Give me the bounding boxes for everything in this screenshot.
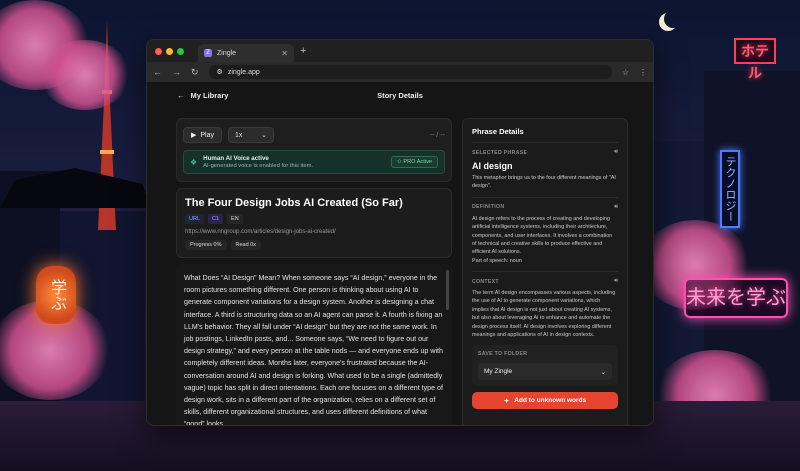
divider [472, 142, 618, 143]
more-menu-icon[interactable]: ⋮ [639, 68, 647, 77]
site-info-icon[interactable]: ⚙ [217, 68, 223, 76]
article-card: The Four Design Jobs AI Created (So Far)… [176, 188, 452, 258]
divider [472, 196, 618, 198]
speaker-icon[interactable]: 🔊︎ [614, 149, 618, 156]
tab-bar: Z Zingle ✕ + [147, 40, 653, 62]
folder-select[interactable]: My Zingle ⌄ [478, 363, 612, 381]
voice-status-banner: ❖ Human AI Voice active AI-generated voi… [183, 150, 445, 174]
read-count-stat: Read 0x [230, 240, 261, 250]
moon [664, 10, 682, 28]
pro-active-badge: ✩ PRO Active [391, 156, 438, 168]
definition-text: AI design refers to the process of creat… [472, 215, 613, 256]
article-title: The Four Design Jobs AI Created (So Far) [185, 197, 403, 209]
speaker-icon[interactable]: 🔊︎ [614, 278, 618, 285]
chevron-down-icon: ⌄ [261, 132, 268, 139]
neon-sign-technology: テクノロジー [720, 150, 740, 228]
back-arrow-icon[interactable]: ← [153, 67, 162, 77]
chevron-down-icon: ⌄ [600, 368, 606, 376]
back-arrow-icon: ← [177, 90, 185, 100]
voice-title: Human AI Voice active [203, 155, 269, 162]
progress-stat: Progress 0% [185, 240, 227, 250]
zingle-favicon-icon: Z [204, 49, 212, 57]
article-link[interactable]: https://www.nngroup.com/articles/design-… [185, 229, 443, 235]
play-label: Play [200, 131, 215, 139]
add-to-unknown-words-button[interactable]: ✦ Add to unknown words [472, 392, 618, 410]
story-column: ▶ Play 1x ⌄ -- / -- ❖ Human AI Voice act… [176, 118, 452, 425]
cherry-blossom [40, 40, 130, 110]
browser-window: Z Zingle ✕ + ← → ↻ ⚙ zingle.app ☆ ⋮ ← My… [146, 39, 654, 426]
audio-player: ▶ Play 1x ⌄ -- / -- ❖ Human AI Voice act… [176, 118, 452, 182]
definition-label: DEFINITION [472, 204, 505, 211]
article-body[interactable]: What Does “AI Design” Mean? When someone… [176, 264, 452, 425]
tag-language: EN [227, 214, 243, 224]
divider [472, 271, 618, 272]
back-label: My Library [190, 90, 229, 100]
tag-level: C1 [208, 214, 224, 224]
play-icon: ▶ [191, 132, 197, 139]
phrase-details-panel: Phrase Details SELECTED PHRASE 🔊︎ AI des… [462, 118, 628, 425]
app-content: ← My Library Story Details ▶ Play 1x ⌄ -… [147, 82, 653, 425]
add-button-label: Add to unknown words [514, 397, 587, 405]
back-to-library-button[interactable]: ← My Library [177, 91, 228, 100]
forward-arrow-icon[interactable]: → [172, 67, 181, 77]
close-window-button[interactable] [155, 47, 162, 55]
url-field[interactable]: ⚙ zingle.app [208, 65, 612, 79]
part-of-speech: Part of speech: noun [472, 257, 522, 264]
save-to-folder-label: SAVE TO FOLDER [478, 351, 528, 358]
neon-sign-learn-future: 未来を学ぶ [684, 278, 788, 318]
address-bar: ← → ↻ ⚙ zingle.app ☆ ⋮ [147, 62, 653, 82]
tag-url: URL [185, 214, 205, 224]
voice-subtitle: AI-generated voice is enabled for this i… [203, 163, 314, 169]
context-label: CONTEXT [472, 278, 499, 285]
selected-phrase: AI design [472, 161, 513, 171]
phrase-example: This metaphor brings us to the four diff… [472, 175, 616, 190]
pro-badge-label: PRO Active [403, 159, 432, 165]
folder-value: My Zingle [484, 368, 513, 376]
close-tab-icon[interactable]: ✕ [281, 49, 288, 58]
lantern: 学ぶ [36, 266, 76, 324]
panel-title: Phrase Details [472, 127, 524, 136]
speed-value: 1x [235, 131, 243, 139]
speaker-icon[interactable]: 🔊︎ [614, 204, 618, 211]
page-header: ← My Library Story Details [147, 82, 653, 108]
playback-time: -- / -- [429, 131, 445, 139]
new-tab-icon[interactable]: + [300, 45, 306, 57]
context-text: The term AI design encompasses various a… [472, 290, 616, 338]
scrollbar[interactable] [446, 270, 449, 310]
sparkle-add-icon: ✦ [503, 397, 510, 405]
minimize-window-button[interactable] [166, 47, 173, 55]
reload-icon[interactable]: ↻ [191, 67, 199, 78]
window-controls [155, 47, 184, 55]
url-text: zingle.app [227, 68, 260, 76]
browser-tab[interactable]: Z Zingle ✕ [198, 44, 294, 62]
maximize-window-button[interactable] [177, 47, 184, 55]
article-body-text[interactable]: What Does “AI Design” Mean? When someone… [184, 272, 444, 425]
bookmark-star-icon[interactable]: ☆ [622, 68, 629, 77]
article-stats: Progress 0% Read 0x [185, 240, 443, 250]
play-button[interactable]: ▶ Play [183, 127, 223, 143]
speed-select[interactable]: 1x ⌄ [228, 127, 275, 143]
tab-title: Zingle [217, 49, 237, 57]
save-to-folder-section: SAVE TO FOLDER My Zingle ⌄ [472, 345, 618, 387]
article-tags: URL C1 EN [185, 214, 443, 224]
neon-sign-hotel: ホテル [734, 38, 776, 81]
selected-phrase-label: SELECTED PHRASE [472, 149, 528, 156]
voice-wave-icon: ❖ [190, 157, 198, 167]
